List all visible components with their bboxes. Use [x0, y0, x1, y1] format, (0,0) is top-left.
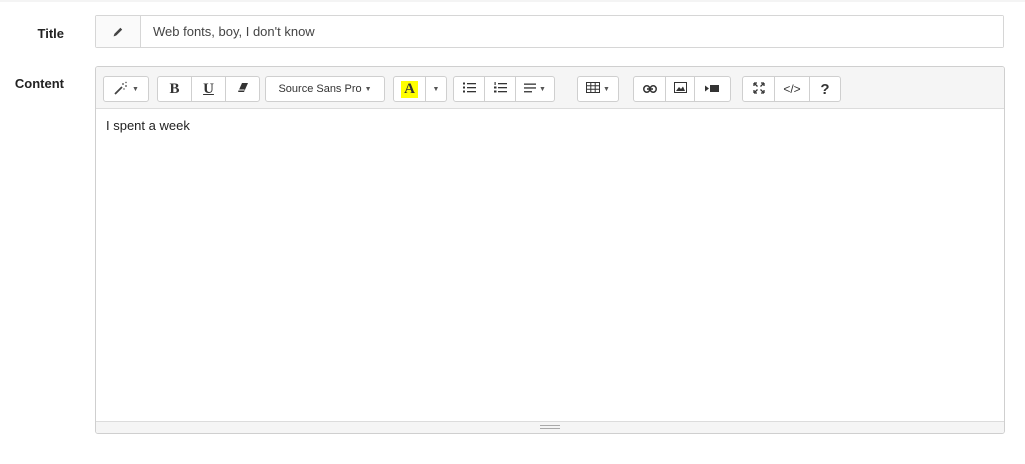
editor-resize-bar[interactable] — [96, 421, 1004, 433]
chevron-down-icon: ▼ — [539, 85, 546, 93]
chevron-down-icon: ▼ — [132, 85, 139, 93]
title-label: Title — [37, 26, 65, 41]
chevron-down-icon: ▼ — [603, 85, 610, 93]
help-button[interactable]: ? — [809, 76, 841, 102]
editor-content-area[interactable]: I spent a week — [96, 109, 1004, 421]
align-dropdown-button[interactable]: ▼ — [515, 76, 555, 102]
magic-wand-icon — [113, 81, 129, 98]
title-input[interactable] — [141, 16, 1003, 47]
clear-format-button[interactable] — [225, 76, 260, 102]
font-color-icon: A — [401, 80, 418, 98]
paragraph-group: ▼ — [453, 76, 555, 102]
font-color-button[interactable]: A — [393, 76, 426, 102]
content-label: Content — [14, 76, 64, 91]
resize-grip-icon[interactable] — [540, 425, 560, 429]
code-view-button[interactable]: </> — [774, 76, 810, 102]
pencil-icon — [96, 16, 141, 47]
font-color-dropdown[interactable]: ▼ — [425, 76, 447, 102]
font-name-dropdown[interactable]: Source Sans Pro ▼ — [265, 76, 385, 102]
insert-group — [633, 76, 731, 102]
video-button[interactable] — [694, 76, 731, 102]
underline-button[interactable]: U — [191, 76, 226, 102]
underline-icon: U — [203, 80, 214, 97]
rich-text-editor: ▼ B U Source Sans Pro ▼ A ▼ ▼ ▼ </> ? I … — [95, 66, 1005, 434]
font-name-group: Source Sans Pro ▼ — [265, 76, 385, 102]
table-group: ▼ — [577, 76, 619, 102]
table-icon — [586, 82, 601, 96]
picture-icon — [673, 82, 687, 96]
fullscreen-icon — [752, 81, 765, 97]
color-group: A ▼ — [393, 76, 447, 102]
ordered-list-button[interactable] — [484, 76, 516, 102]
code-view-icon: </> — [783, 82, 801, 96]
style-dropdown-button[interactable]: ▼ — [103, 76, 149, 102]
font-name-label: Source Sans Pro — [278, 83, 362, 95]
ordered-list-icon — [493, 82, 507, 96]
top-divider — [0, 0, 1025, 2]
unordered-list-icon — [462, 82, 476, 96]
help-icon: ? — [820, 80, 830, 98]
format-group: B U — [157, 76, 260, 102]
fullscreen-button[interactable] — [742, 76, 775, 102]
table-dropdown-button[interactable]: ▼ — [577, 76, 619, 102]
eraser-icon — [237, 82, 249, 96]
chevron-down-icon: ▼ — [432, 85, 440, 93]
video-icon — [705, 82, 720, 96]
title-field-group — [95, 15, 1004, 48]
bold-button[interactable]: B — [157, 76, 192, 102]
editor-toolbar: ▼ B U Source Sans Pro ▼ A ▼ ▼ ▼ </> ? — [96, 67, 1004, 109]
unordered-list-button[interactable] — [453, 76, 485, 102]
picture-button[interactable] — [665, 76, 695, 102]
link-icon — [642, 82, 657, 96]
bold-icon: B — [169, 80, 180, 97]
view-group: </> ? — [742, 76, 841, 102]
align-icon — [524, 82, 537, 96]
chevron-down-icon: ▼ — [364, 85, 372, 93]
link-button[interactable] — [633, 76, 666, 102]
style-group: ▼ — [103, 76, 149, 102]
